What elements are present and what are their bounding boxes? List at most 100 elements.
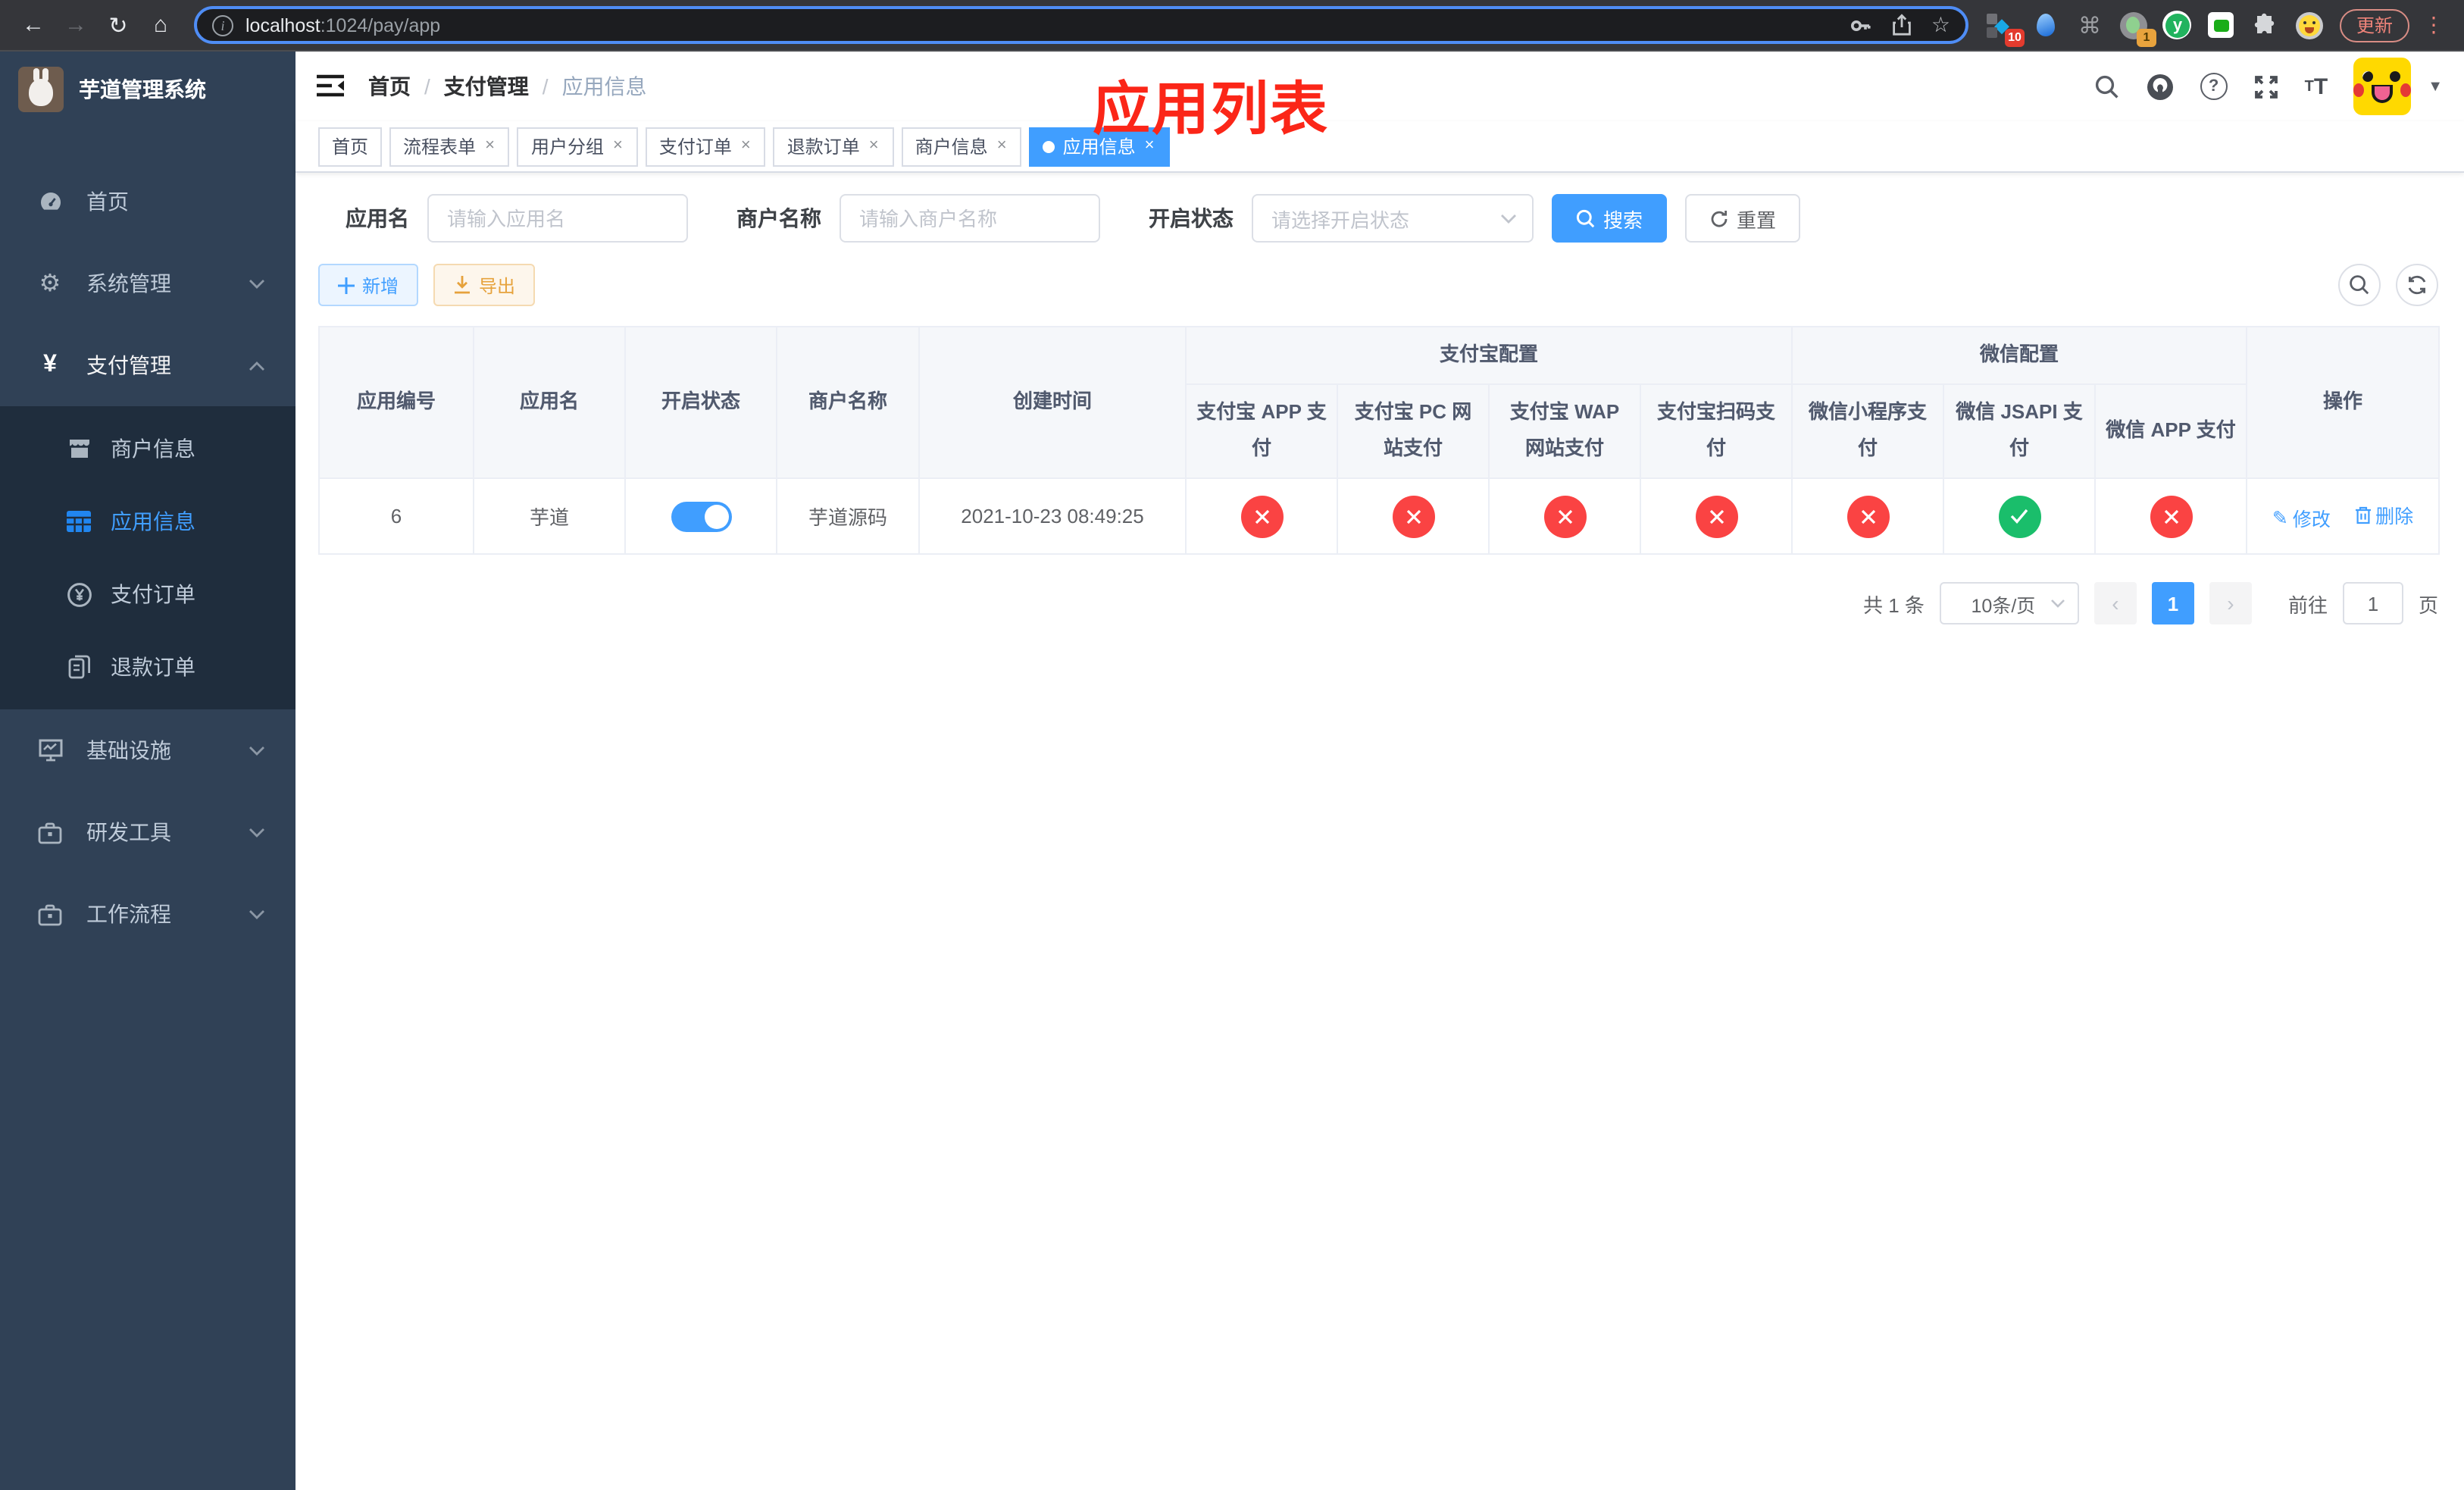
share-icon[interactable] bbox=[1892, 14, 1913, 36]
add-button[interactable]: 新增 bbox=[318, 264, 419, 306]
page-number-button[interactable]: 1 bbox=[2151, 582, 2194, 625]
avatar-caret-down-icon[interactable]: ▼ bbox=[2428, 78, 2443, 95]
browser-profile-avatar[interactable] bbox=[2294, 10, 2325, 40]
close-icon[interactable]: × bbox=[868, 136, 880, 156]
app-name-input[interactable] bbox=[427, 194, 688, 243]
tab-home[interactable]: 首页 bbox=[318, 127, 383, 166]
sidebar-item-label: 系统管理 bbox=[86, 271, 171, 296]
extensions-puzzle-icon[interactable] bbox=[2250, 10, 2281, 40]
page-size-select[interactable]: 10条/页 bbox=[1939, 582, 2079, 625]
search-button-label: 搜索 bbox=[1603, 208, 1643, 231]
help-icon[interactable]: ? bbox=[2200, 73, 2228, 100]
close-icon[interactable]: × bbox=[996, 136, 1008, 156]
sidebar-item-dev-tools[interactable]: 研发工具 bbox=[0, 791, 295, 873]
sidebar-item-refund-orders[interactable]: 退款订单 bbox=[0, 631, 295, 703]
breadcrumb-separator: / bbox=[542, 74, 549, 99]
status-toggle[interactable] bbox=[671, 501, 731, 532]
yen-circle-icon bbox=[62, 581, 95, 607]
sidebar-item-workflow[interactable]: 工作流程 bbox=[0, 873, 295, 955]
close-icon[interactable]: × bbox=[740, 136, 752, 156]
status-disabled-icon bbox=[1846, 495, 1890, 538]
dashboard-icon bbox=[32, 189, 68, 214]
sidebar-item-payment[interactable]: ¥ 支付管理 bbox=[0, 324, 295, 406]
breadcrumb-payment[interactable]: 支付管理 bbox=[444, 71, 529, 102]
column-group-alipay: 支付宝配置 bbox=[1184, 326, 1793, 385]
app-logo-rabbit-avatar bbox=[18, 67, 64, 112]
apps-table: 应用编号 应用名 开启状态 商户名称 创建时间 支付宝配置 微信配置 操作 支付… bbox=[318, 325, 2441, 556]
collapse-sidebar-icon[interactable] bbox=[317, 74, 344, 99]
browser-menu-icon[interactable]: ⋮ bbox=[2419, 12, 2449, 38]
tab-process-form[interactable]: 流程表单 × bbox=[389, 127, 510, 166]
sidebar-item-infrastructure[interactable]: 基础设施 bbox=[0, 709, 295, 791]
tab-user-group[interactable]: 用户分组 × bbox=[517, 127, 638, 166]
column-header-status: 开启状态 bbox=[624, 325, 777, 480]
table-toolbar: 新增 导出 bbox=[318, 264, 2438, 306]
command-extension-icon[interactable]: ⌘ bbox=[2075, 10, 2105, 40]
bookmark-star-icon[interactable]: ☆ bbox=[1931, 12, 1950, 38]
extension-icon[interactable]: ◆ 10 bbox=[1987, 10, 2025, 46]
tab-pay-orders[interactable]: 支付订单 × bbox=[645, 127, 766, 166]
tab-merchant-info[interactable]: 商户信息 × bbox=[901, 127, 1022, 166]
column-header-operations: 操作 bbox=[2246, 325, 2441, 480]
sidebar-item-app-info[interactable]: 应用信息 bbox=[0, 485, 295, 558]
chevron-down-icon bbox=[249, 745, 265, 756]
export-button[interactable]: 导出 bbox=[433, 264, 536, 306]
sidebar-item-pay-orders[interactable]: 支付订单 bbox=[0, 558, 295, 631]
breadcrumb-home[interactable]: 首页 bbox=[368, 71, 411, 102]
sidebar-item-label: 支付管理 bbox=[86, 353, 171, 377]
refresh-icon bbox=[1711, 210, 1728, 227]
y-extension-icon[interactable]: y bbox=[2162, 10, 2193, 40]
balloon-extension-icon[interactable] bbox=[2031, 10, 2061, 40]
search-button[interactable]: 搜索 bbox=[1552, 194, 1668, 243]
breadcrumb-current: 应用信息 bbox=[561, 74, 647, 99]
profile-extension-icon[interactable]: 1 bbox=[2118, 10, 2156, 46]
status-disabled-icon bbox=[1240, 495, 1283, 538]
status-select[interactable]: 请选择开启状态 bbox=[1252, 194, 1534, 243]
merchant-name-label: 商户名称 bbox=[736, 206, 821, 230]
pagination: 共 1 条 10条/页 ‹ 1 › 前往 页 bbox=[318, 582, 2438, 625]
user-avatar[interactable] bbox=[2353, 58, 2412, 115]
edit-link[interactable]: ✎ 修改 bbox=[2272, 503, 2331, 532]
next-page-button[interactable]: › bbox=[2209, 582, 2252, 625]
toggle-search-button[interactable] bbox=[2338, 264, 2381, 306]
reset-button[interactable]: 重置 bbox=[1685, 194, 1801, 243]
sidebar-item-merchant-info[interactable]: 商户信息 bbox=[0, 412, 295, 485]
browser-forward-button[interactable]: → bbox=[58, 7, 94, 43]
sidebar-item-label: 研发工具 bbox=[86, 820, 171, 844]
fullscreen-icon[interactable] bbox=[2253, 74, 2279, 99]
merchant-name-input[interactable] bbox=[840, 194, 1100, 243]
close-icon[interactable]: × bbox=[483, 136, 496, 156]
delete-link[interactable]: 删除 bbox=[2354, 501, 2413, 530]
browser-reload-button[interactable]: ↻ bbox=[100, 7, 136, 43]
refresh-table-button[interactable] bbox=[2396, 264, 2438, 306]
chat-extension-icon[interactable] bbox=[2206, 10, 2237, 40]
goto-page-input[interactable] bbox=[2342, 582, 2403, 625]
app-logo-row[interactable]: 芋道管理系统 bbox=[0, 52, 295, 127]
briefcase-icon bbox=[32, 821, 68, 844]
cell-status bbox=[624, 477, 777, 556]
address-bar[interactable]: i localhost:1024/pay/app ☆ bbox=[194, 6, 1968, 44]
url-text: localhost:1024/pay/app bbox=[245, 14, 1850, 36]
github-icon[interactable] bbox=[2146, 72, 2175, 101]
status-enabled-icon bbox=[1998, 495, 2041, 538]
tab-refund-orders[interactable]: 退款订单 × bbox=[773, 127, 894, 166]
close-icon[interactable]: × bbox=[611, 136, 624, 156]
column-header-wechat-app: 微信 APP 支付 bbox=[2094, 383, 2248, 480]
browser-home-button[interactable]: ⌂ bbox=[142, 7, 179, 43]
goto-label: 前往 bbox=[2287, 593, 2328, 617]
chevron-down-icon bbox=[249, 827, 265, 837]
font-size-icon[interactable]: TT bbox=[2305, 74, 2328, 99]
column-header-wechat-jsapi: 微信 JSAPI 支付 bbox=[1943, 383, 2097, 480]
browser-back-button[interactable]: ← bbox=[15, 7, 52, 43]
sidebar-item-home[interactable]: 首页 bbox=[0, 161, 295, 243]
sidebar-item-system[interactable]: ⚙ 系统管理 bbox=[0, 243, 295, 324]
page-size-value: 10条/页 bbox=[1971, 595, 2036, 617]
prev-page-button[interactable]: ‹ bbox=[2093, 582, 2137, 625]
header-search-icon[interactable] bbox=[2094, 74, 2120, 99]
column-header-app-id: 应用编号 bbox=[318, 325, 474, 480]
cell-created: 2021-10-23 08:49:25 bbox=[918, 477, 1187, 556]
sidebar-item-label: 退款订单 bbox=[111, 655, 195, 679]
site-info-icon[interactable]: i bbox=[212, 14, 233, 36]
password-key-icon[interactable] bbox=[1850, 13, 1874, 37]
browser-update-button[interactable]: 更新 bbox=[2339, 8, 2409, 42]
